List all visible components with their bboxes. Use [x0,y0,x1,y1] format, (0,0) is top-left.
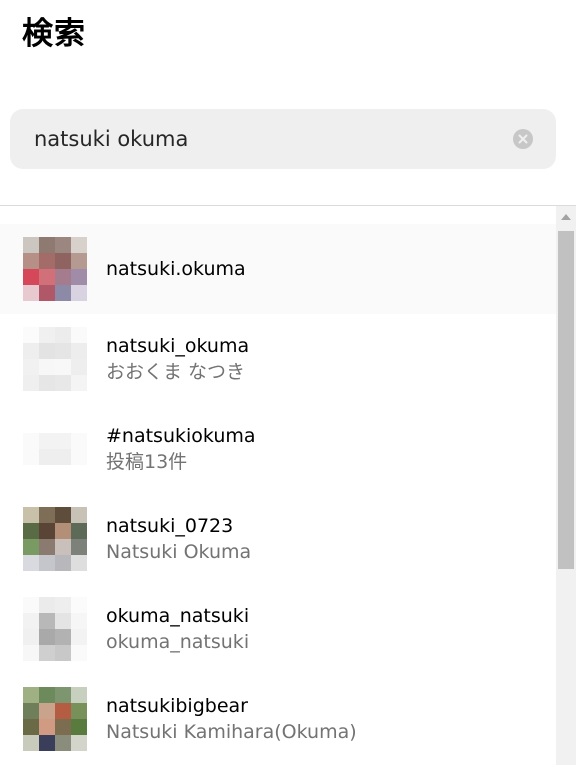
search-page: 検索 natsuki okuma natsuki.okuma natsuki_o… [0,0,576,765]
search-result-item[interactable]: natsuki_okuma おおくま なつき [0,314,556,404]
search-result-item[interactable]: natsuki.okuma [0,224,556,314]
scroll-up-arrow-icon[interactable] [556,206,576,228]
result-username: natsuki.okuma [106,258,246,280]
search-result-item[interactable]: natsuki_0723 Natsuki Okuma [0,494,556,584]
result-post-count: 投稿13件 [106,451,188,473]
page-title: 検索 [22,16,86,52]
result-subtitle: Natsuki Okuma [106,541,252,563]
result-username: okuma_natsuki [106,605,250,627]
result-username: natsuki_okuma [106,335,250,357]
divider [0,205,576,206]
result-subtitle: おおくま なつき [106,361,246,383]
avatar [23,507,87,571]
search-result-item[interactable]: natsukibigbear Natsuki Kamihara(Okuma) [0,674,556,764]
hashtag-avatar [23,417,87,481]
search-box[interactable] [10,109,556,169]
result-username: natsuki_0723 [106,515,234,537]
result-username: natsukibigbear [106,695,248,717]
result-hashtag: #natsukiokuma [106,425,256,447]
avatar [23,687,87,751]
scrollbar[interactable] [556,206,576,765]
search-result-item[interactable]: okuma_natsuki okuma_natsuki [0,584,556,674]
search-input[interactable] [34,109,504,169]
avatar [23,327,87,391]
search-results-list: natsuki.okuma natsuki_okuma おおくま なつき #na… [0,224,556,765]
result-subtitle: Natsuki Kamihara(Okuma) [106,721,357,743]
scrollbar-thumb[interactable] [558,231,574,569]
avatar [23,237,87,301]
avatar [23,597,87,661]
result-subtitle: okuma_natsuki [106,631,250,653]
clear-circle-icon[interactable] [513,129,533,149]
search-result-item[interactable]: #natsukiokuma 投稿13件 [0,404,556,494]
